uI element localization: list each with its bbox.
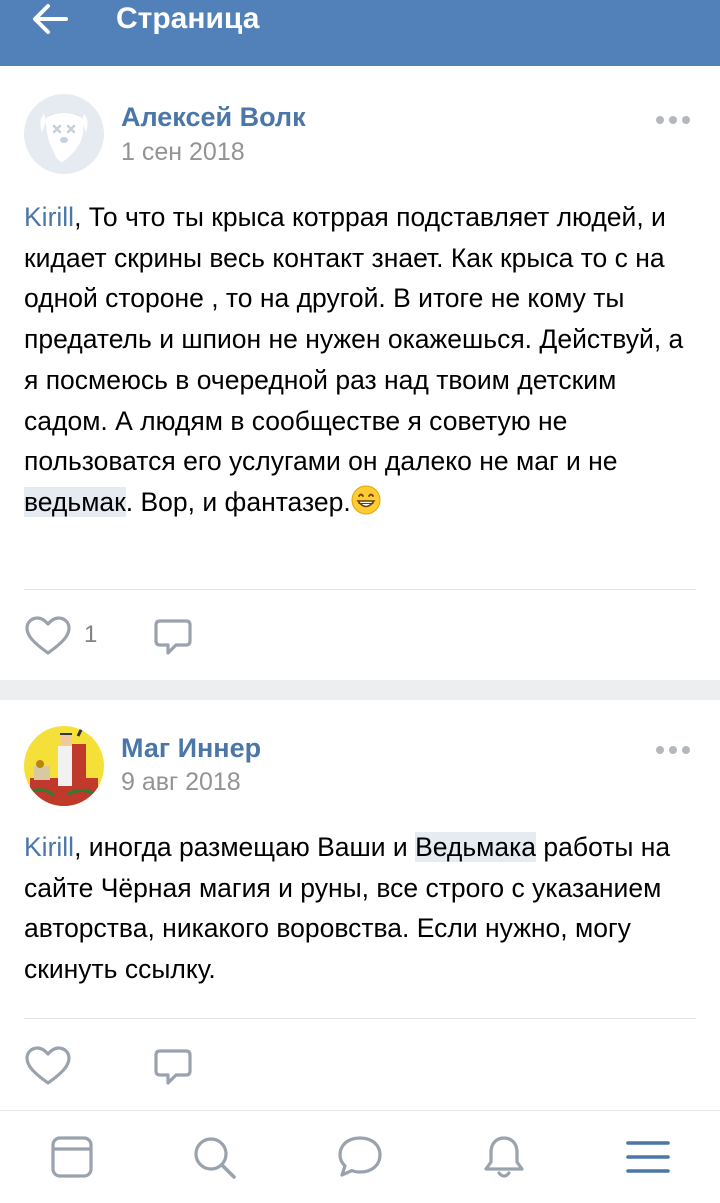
divider (24, 1018, 696, 1019)
divider (24, 589, 696, 590)
bottom-tab-bar (0, 1110, 720, 1203)
page-title: Страница (116, 2, 260, 35)
messages-icon[interactable] (336, 1133, 384, 1181)
post-text: Kirill, иногда размещаю Ваши и Ведьмака … (24, 832, 671, 985)
post-date[interactable]: 9 авг 2018 (121, 768, 241, 797)
search-icon[interactable] (190, 1133, 238, 1181)
user-mention[interactable]: Kirill (24, 832, 74, 862)
top-bar: Страница (0, 0, 720, 66)
search-highlight: ведьмак (24, 486, 126, 517)
comment-icon[interactable] (152, 1047, 194, 1089)
tarot-magician-icon (24, 726, 104, 806)
search-highlight: Ведьмака (415, 832, 537, 862)
more-options-icon[interactable] (656, 744, 690, 754)
wall-post: Маг Иннер 9 авг 2018 Kirill, иногда разм… (0, 700, 720, 1110)
news-feed-icon[interactable] (48, 1133, 96, 1181)
wall-post: Алексей Волк 1 сен 2018 Kirill, То что т… (0, 66, 720, 680)
back-arrow-icon[interactable] (30, 0, 70, 40)
menu-icon[interactable] (624, 1133, 672, 1181)
author-name[interactable]: Маг Иннер (121, 733, 261, 764)
user-mention[interactable]: Kirill (24, 202, 74, 232)
post-text: Kirill, То что ты крыса котррая подставл… (24, 202, 684, 517)
comment-icon[interactable] (152, 617, 194, 659)
like-count: 1 (84, 621, 98, 648)
like-heart-icon[interactable] (24, 1045, 72, 1087)
post-date[interactable]: 1 сен 2018 (121, 138, 245, 167)
avatar[interactable] (24, 726, 104, 806)
deactivated-dog-icon (24, 94, 104, 174)
post-separator (0, 680, 720, 700)
notifications-icon[interactable] (480, 1133, 528, 1181)
author-name[interactable]: Алексей Волк (121, 102, 306, 133)
like-heart-icon[interactable] (24, 615, 72, 657)
more-options-icon[interactable] (656, 114, 690, 124)
grinning-face-emoji-icon (351, 485, 381, 515)
avatar[interactable] (24, 94, 104, 174)
